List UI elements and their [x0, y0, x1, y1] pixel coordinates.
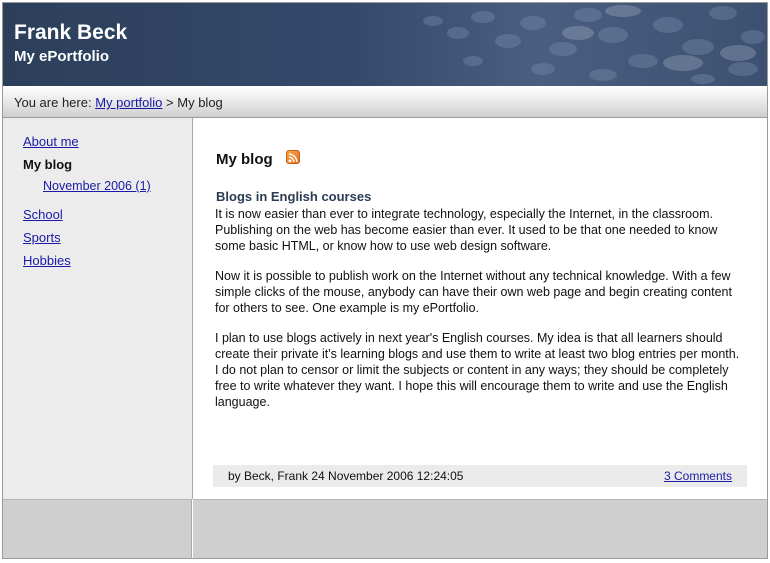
breadcrumb-current: My blog: [177, 95, 223, 110]
site-title: Frank Beck: [14, 21, 128, 44]
post-body: It is now easier than ever to integrate …: [215, 206, 745, 424]
page-frame: Frank Beck My ePortfolio You are here: M…: [2, 2, 768, 559]
sidebar-item-sports[interactable]: Sports: [23, 230, 61, 245]
site-header: Frank Beck My ePortfolio: [3, 3, 767, 86]
rss-icon[interactable]: [286, 150, 300, 164]
sidebar-item-about-me[interactable]: About me: [23, 134, 79, 149]
footer-left: [3, 499, 192, 558]
sidebar-item-november-2006[interactable]: November 2006 (1): [43, 179, 151, 193]
post-byline: by Beck, Frank 24 November 2006 12:24:05: [228, 469, 464, 483]
rss-glyph: [288, 153, 298, 163]
main-content: My blog Blogs in English courses It is n…: [193, 118, 767, 499]
breadcrumb-prefix: You are here:: [14, 95, 92, 110]
breadcrumb-link-portfolio[interactable]: My portfolio: [95, 95, 162, 110]
comments-link[interactable]: 3 Comments: [664, 469, 732, 483]
sidebar-item-my-blog: My blog: [23, 157, 73, 172]
sidebar-item-hobbies[interactable]: Hobbies: [23, 253, 71, 268]
post-paragraph: It is now easier than ever to integrate …: [215, 207, 718, 253]
sidebar: About me My blog November 2006 (1) Schoo…: [3, 118, 193, 499]
post-paragraph: Now it is possible to publish work on th…: [215, 269, 732, 315]
page-title: My blog: [216, 151, 273, 168]
post-title: Blogs in English courses: [216, 189, 372, 204]
breadcrumb-separator: >: [166, 95, 174, 110]
breadcrumb: You are here: My portfolio > My blog: [3, 86, 767, 118]
post-paragraph: I plan to use blogs actively in next yea…: [215, 331, 740, 409]
post-footer: by Beck, Frank 24 November 2006 12:24:05…: [213, 465, 747, 487]
site-subtitle: My ePortfolio: [14, 48, 110, 65]
footer-right: [193, 499, 767, 558]
sidebar-item-school[interactable]: School: [23, 207, 63, 222]
